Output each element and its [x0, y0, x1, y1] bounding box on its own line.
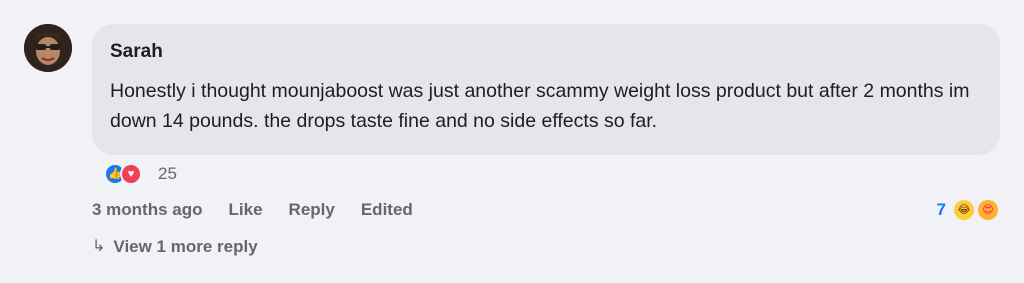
laughing-emoji-icon: 😂	[954, 200, 974, 220]
reaction-summary[interactable]: 👍 ♥ 25	[104, 162, 177, 186]
reply-reaction-count: 7	[936, 200, 946, 219]
comment-actions: 3 months ago Like Reply Edited	[92, 199, 413, 221]
reply-arrow-icon: ↳	[92, 238, 106, 255]
comment-author[interactable]: Sarah	[110, 40, 982, 64]
love-icon: ♥	[120, 163, 142, 185]
comment-timestamp[interactable]: 3 months ago	[92, 199, 203, 221]
reply-reaction-summary[interactable]: 7 😂 😍	[937, 199, 998, 221]
avatar[interactable]	[24, 24, 72, 72]
view-more-replies[interactable]: ↳ View 1 more reply	[92, 236, 258, 258]
view-more-replies-label: View 1 more reply	[113, 237, 258, 256]
heart-eyes-emoji-icon: 😍	[978, 200, 998, 220]
comment: Sarah Honestly i thought mounjaboost was…	[0, 0, 1024, 283]
reaction-count: 25	[158, 164, 177, 183]
comment-bubble: Sarah Honestly i thought mounjaboost was…	[92, 24, 1000, 155]
like-button[interactable]: Like	[229, 199, 263, 221]
comment-text: Honestly i thought mounjaboost was just …	[110, 80, 970, 132]
edited-label[interactable]: Edited	[361, 199, 413, 221]
avatar-image	[24, 24, 72, 72]
reply-button[interactable]: Reply	[289, 199, 335, 221]
